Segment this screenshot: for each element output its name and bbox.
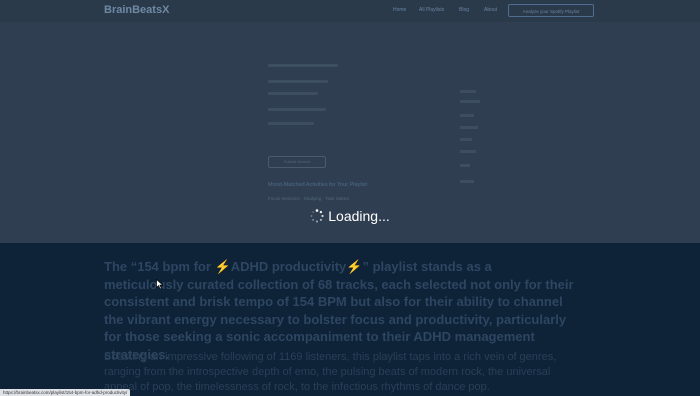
nav-link-about[interactable]: About: [484, 7, 497, 13]
form-label: [268, 122, 314, 125]
mouse-cursor-icon: [156, 279, 164, 290]
page: BrainBeatsX Home All Playlists Blog Abou…: [0, 0, 700, 396]
stat-line: [460, 126, 478, 129]
stat-line: [460, 164, 470, 167]
form-label: [268, 64, 338, 67]
top-navbar: BrainBeatsX Home All Playlists Blog Abou…: [0, 0, 700, 22]
activities-subline: Focus Sessions · Studying · Task Starter: [268, 196, 350, 201]
nav-link-home[interactable]: Home: [393, 7, 406, 13]
stat-line: [460, 150, 476, 153]
submit-search-button[interactable]: Submit Search: [268, 156, 326, 168]
loading-text: Loading...: [328, 208, 390, 224]
article-lead-paragraph: The “154 bpm for ⚡ADHD productivity⚡” pl…: [104, 259, 574, 362]
hero-overlay: Submit Search Mood-Matched Activities fo…: [0, 22, 700, 243]
nav-link-blog[interactable]: Blog: [459, 7, 469, 13]
form-label: [268, 92, 318, 95]
nav-link-all-playlists[interactable]: All Playlists: [419, 7, 444, 13]
article-body-paragraph: Boasting an impressive following of 1169…: [104, 351, 557, 393]
brand-logo[interactable]: BrainBeatsX: [104, 4, 169, 16]
form-label: [268, 108, 326, 111]
form-label: [268, 80, 328, 83]
stat-line: [460, 90, 476, 93]
stat-line: [460, 114, 474, 117]
stat-line: [460, 138, 472, 141]
stat-line: [460, 180, 474, 183]
stat-line: [460, 100, 480, 103]
analyze-playlist-button[interactable]: Analyze your Spotify Playlist: [508, 4, 594, 17]
status-bar-url: https://brainbeatsx.com/playlist/154-bpm…: [0, 389, 131, 396]
spinner-icon: [310, 209, 324, 223]
loading-indicator: Loading...: [0, 208, 700, 224]
activities-heading: Mood-Matched Activities for Your Playlis…: [268, 182, 368, 188]
